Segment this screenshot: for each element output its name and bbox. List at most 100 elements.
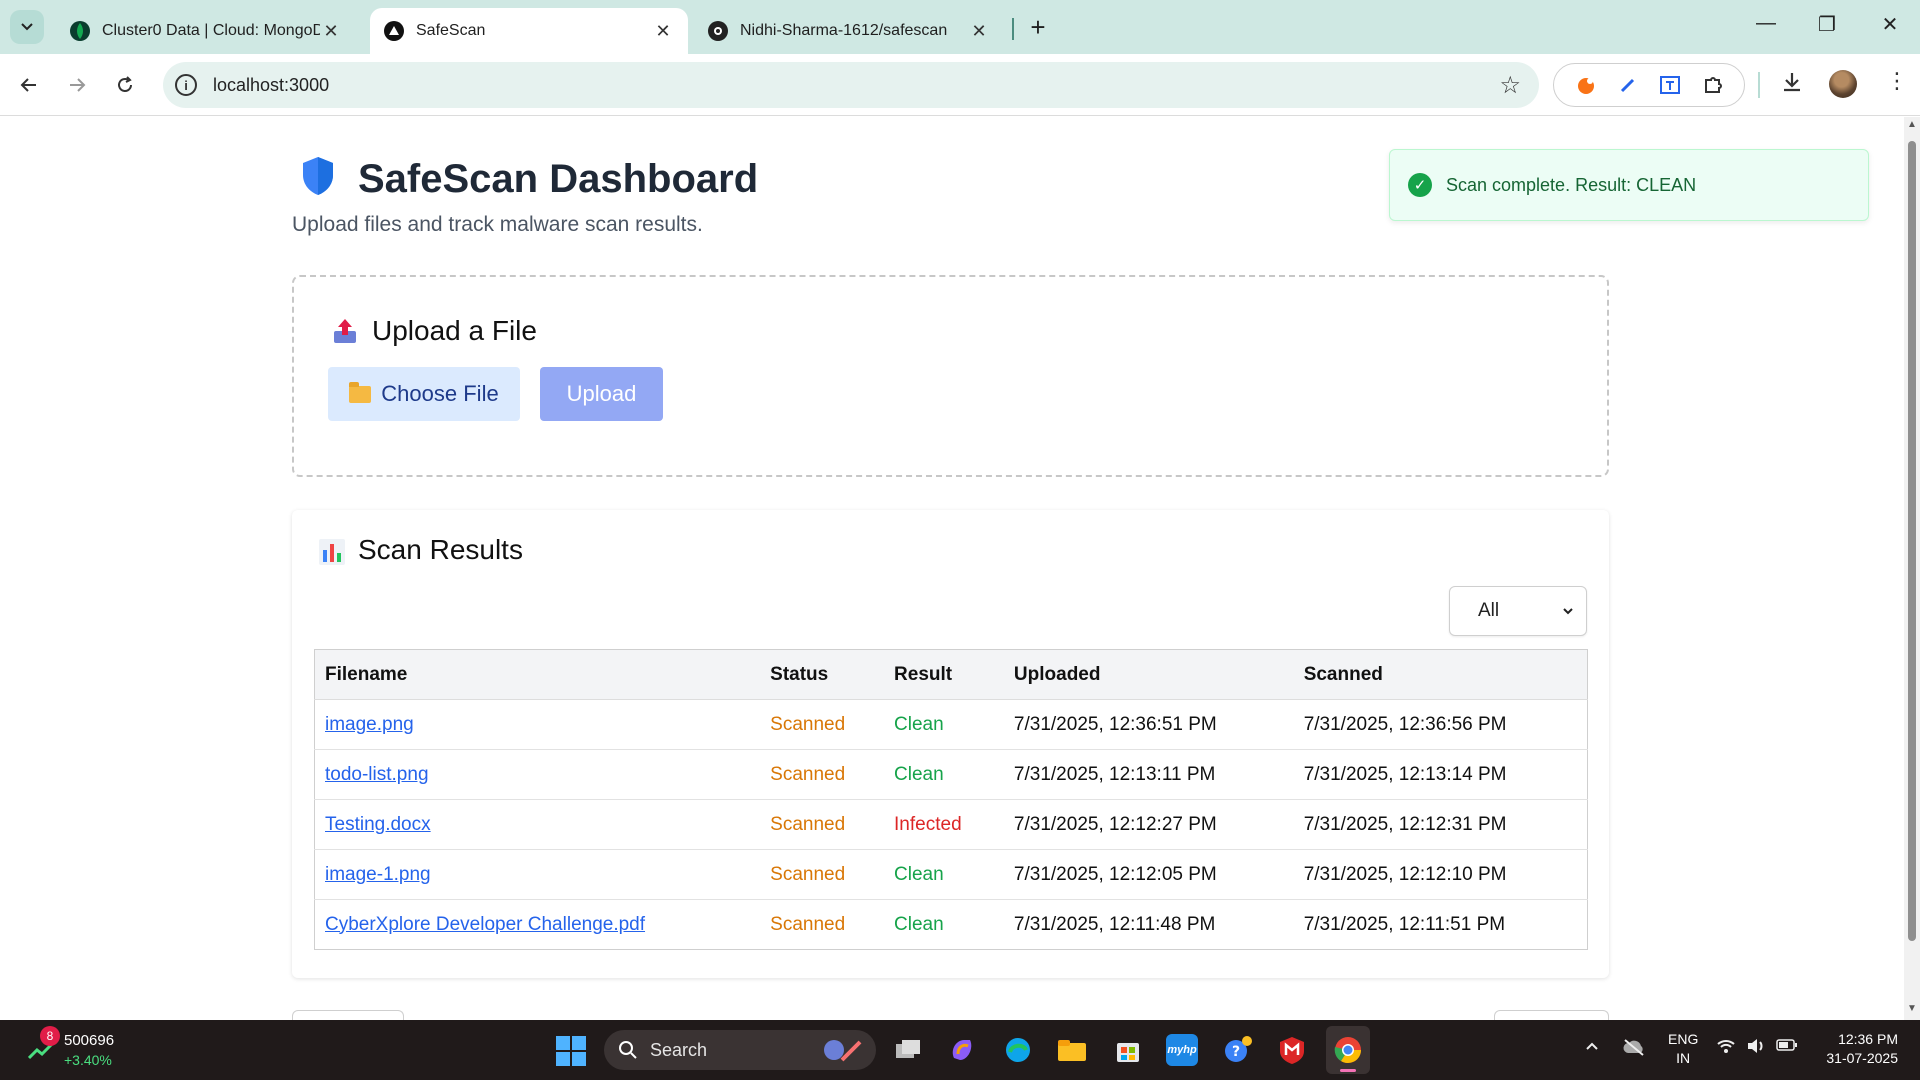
result-filter-select[interactable]: All	[1449, 586, 1587, 636]
myhp-icon[interactable]: myhp	[1166, 1034, 1198, 1066]
file-link[interactable]: image-1.png	[325, 864, 431, 885]
tab-search-button[interactable]	[10, 10, 44, 44]
taskbar-search-label: Search	[650, 1039, 708, 1060]
tab-close-icon[interactable]: ✕	[968, 21, 990, 42]
task-view-icon[interactable]	[892, 1034, 924, 1066]
page-title: SafeScan Dashboard	[358, 157, 759, 201]
wifi-icon[interactable]	[1716, 1038, 1736, 1059]
uploaded-cell: 7/31/2025, 12:12:05 PM	[1003, 849, 1294, 900]
download-icon[interactable]	[1780, 70, 1804, 100]
scan-complete-toast: ✓ Scan complete. Result: CLEAN	[1389, 149, 1869, 221]
tab-title: Cluster0 Data | Cloud: MongoDB C	[102, 22, 320, 39]
system-clock[interactable]: 12:36 PM 31-07-2025	[1818, 1030, 1898, 1068]
scroll-up-arrow-icon[interactable]: ▲	[1907, 119, 1917, 130]
microsoft-store-icon[interactable]	[1112, 1034, 1144, 1066]
upload-heading: Upload a File	[372, 315, 537, 346]
scroll-down-arrow-icon[interactable]: ▼	[1907, 1003, 1917, 1014]
extensions-group	[1553, 63, 1745, 107]
column-header: Uploaded	[1003, 649, 1294, 700]
result-cell: Clean	[884, 699, 1004, 750]
chrome-icon[interactable]	[1332, 1034, 1364, 1066]
language-indicator[interactable]: ENG IN	[1668, 1030, 1698, 1068]
address-url: localhost:3000	[213, 74, 330, 95]
chevron-down-icon	[21, 23, 33, 31]
site-info-icon[interactable]: i	[175, 74, 197, 96]
check-circle-icon: ✓	[1408, 173, 1432, 197]
close-window-button[interactable]: ✕	[1878, 12, 1902, 37]
table-row: CyberXplore Developer Challenge.pdf Scan…	[314, 899, 1588, 950]
file-link[interactable]: image.png	[325, 714, 414, 735]
uploaded-cell: 7/31/2025, 12:13:11 PM	[1003, 749, 1294, 800]
github-icon	[708, 21, 728, 41]
upload-button[interactable]: Upload	[540, 367, 663, 421]
back-button[interactable]	[12, 68, 46, 102]
result-cell: Clean	[884, 749, 1004, 800]
taskbar-search[interactable]: Search	[604, 1030, 876, 1070]
result-cell: Infected	[884, 799, 1004, 850]
mongodb-leaf-icon	[70, 21, 90, 41]
translate-icon[interactable]	[1659, 74, 1681, 96]
file-link[interactable]: CyberXplore Developer Challenge.pdf	[325, 914, 645, 935]
bookmark-star-icon[interactable]: ☆	[1499, 71, 1521, 100]
toast-message: Scan complete. Result: CLEAN	[1446, 174, 1697, 195]
pen-icon[interactable]	[1618, 75, 1638, 95]
help-icon[interactable]: ?	[1222, 1034, 1254, 1066]
show-hidden-icons-chevron[interactable]	[1584, 1038, 1600, 1059]
region-code: IN	[1676, 1050, 1691, 1066]
shield-icon	[303, 157, 333, 195]
status-cell: Scanned	[760, 799, 885, 850]
results-heading: Scan Results	[358, 534, 523, 565]
result-cell: Clean	[884, 849, 1004, 900]
tab-close-icon[interactable]: ✕	[320, 21, 342, 42]
tab-github[interactable]: Nidhi-Sharma-1612/safescan ✕	[694, 8, 1004, 54]
scanned-cell: 7/31/2025, 12:13:14 PM	[1293, 749, 1588, 800]
browser-toolbar: i localhost:3000 ☆ ⋮	[0, 54, 1920, 116]
cloud-offline-icon[interactable]	[1622, 1038, 1646, 1061]
tab-mongodb[interactable]: Cluster0 Data | Cloud: MongoDB C ✕	[56, 8, 356, 54]
scan-results-panel: Scan Results All Filename Status Result …	[292, 510, 1609, 978]
windows-taskbar: 8 500696 +3.40% Search myhp ? ENG IN 12:…	[0, 1020, 1920, 1080]
tab-close-icon[interactable]: ✕	[652, 21, 674, 42]
menu-kebab-icon[interactable]: ⋮	[1886, 68, 1908, 94]
tab-safescan[interactable]: SafeScan ✕	[370, 8, 688, 54]
pagination-next-button[interactable]	[1494, 1010, 1609, 1020]
file-link[interactable]: Testing.docx	[325, 814, 431, 835]
upload-tray-icon	[334, 319, 356, 343]
address-bar[interactable]: i localhost:3000 ☆	[163, 62, 1539, 108]
file-link[interactable]: todo-list.png	[325, 764, 429, 785]
reload-button[interactable]	[108, 68, 142, 102]
page-subtitle: Upload files and track malware scan resu…	[292, 213, 703, 236]
scrollbar-thumb[interactable]	[1908, 141, 1916, 941]
minimize-button[interactable]: —	[1754, 12, 1778, 35]
table-row: image.png Scanned Clean 7/31/2025, 12:36…	[314, 699, 1588, 750]
stock-change: +3.40%	[64, 1052, 112, 1068]
puzzle-icon[interactable]	[1702, 74, 1724, 96]
battery-icon[interactable]	[1776, 1038, 1798, 1057]
table-row: Testing.docx Scanned Infected 7/31/2025,…	[314, 799, 1588, 850]
windows-start-button[interactable]	[556, 1036, 586, 1066]
tab-title: Nidhi-Sharma-1612/safescan	[740, 22, 948, 39]
choose-file-button[interactable]: Choose File	[328, 367, 520, 421]
forward-button[interactable]	[60, 68, 94, 102]
arrow-right-icon	[70, 78, 86, 92]
file-explorer-icon[interactable]	[1056, 1034, 1088, 1066]
folder-icon	[349, 381, 372, 403]
tab-divider	[1012, 18, 1014, 40]
copilot-icon[interactable]	[946, 1034, 978, 1066]
edge-browser-icon[interactable]	[1002, 1034, 1034, 1066]
new-tab-button[interactable]: +	[1024, 12, 1052, 43]
notification-badge: 8	[40, 1026, 60, 1046]
profile-avatar[interactable]	[1829, 70, 1857, 98]
copilot-search-art-icon	[824, 1040, 862, 1062]
pagination-prev-button[interactable]	[292, 1010, 404, 1020]
upload-panel: Upload a File Choose File Upload	[292, 275, 1609, 477]
result-cell: Clean	[884, 899, 1004, 950]
restore-button[interactable]: ❐	[1815, 12, 1839, 37]
volume-icon[interactable]	[1746, 1038, 1766, 1059]
filter-selected-value: All	[1478, 600, 1500, 621]
uploaded-cell: 7/31/2025, 12:36:51 PM	[1003, 699, 1294, 750]
mcafee-icon[interactable]	[1276, 1034, 1308, 1066]
column-header: Scanned	[1293, 649, 1588, 700]
page-scrollbar[interactable]: ▲ ▼	[1904, 117, 1920, 1020]
extension-orange-icon[interactable]	[1575, 74, 1597, 96]
